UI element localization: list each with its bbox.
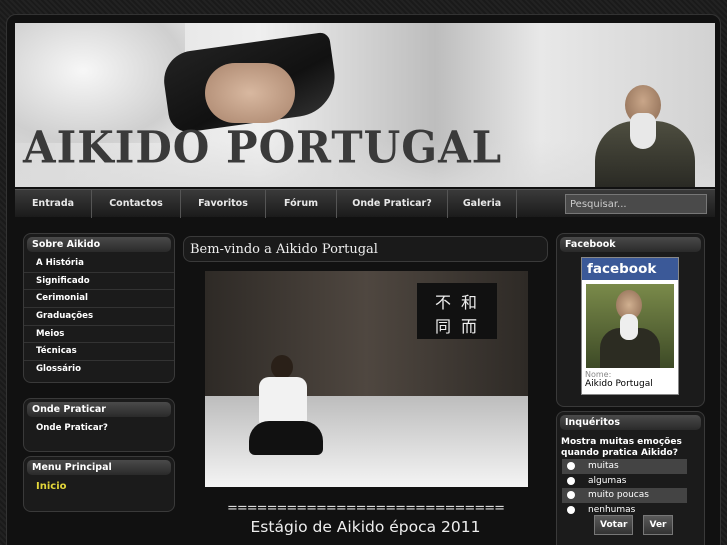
page-wrapper: AIKIDO PORTUGAL Entrada Contactos Favori… — [6, 14, 721, 545]
name-label: Nome: — [585, 370, 612, 379]
radio-button[interactable] — [567, 476, 575, 485]
menu-item-meios[interactable]: Meios — [24, 326, 174, 344]
menu-item-graduacoes[interactable]: Graduações — [24, 308, 174, 326]
menu-item-historia[interactable]: A História — [24, 255, 174, 273]
radio-button[interactable] — [567, 505, 575, 514]
radio-button[interactable] — [567, 491, 575, 499]
profile-picture — [586, 284, 674, 368]
menu-item-onde-praticar[interactable]: Onde Praticar? — [24, 420, 174, 438]
radio-button[interactable] — [567, 462, 575, 470]
profile-name: Aikido Portugal — [585, 379, 653, 389]
panel-title: Sobre Aikido — [27, 237, 171, 252]
sobre-aikido-panel: Sobre Aikido A História Significado Ceri… — [23, 233, 175, 383]
nav-galeria[interactable]: Galeria — [448, 189, 517, 218]
nav-contactos[interactable]: Contactos — [92, 189, 181, 218]
panel-title: Inquéritos — [560, 415, 701, 430]
menu-item-significado[interactable]: Significado — [24, 273, 174, 291]
nav-onde-praticar[interactable]: Onde Praticar? — [337, 189, 448, 218]
kneeling-aikidoka — [249, 355, 323, 455]
menu-item-glossario[interactable]: Glossário — [24, 361, 174, 379]
nav-entrada[interactable]: Entrada — [15, 189, 92, 218]
event-title[interactable]: Estágio de Aikido época 2011 — [183, 518, 548, 536]
site-title: AIKIDO PORTUGAL — [23, 121, 503, 174]
poll-option[interactable]: algumas — [562, 474, 687, 489]
menu-principal-panel: Menu Principal Inicio — [23, 456, 175, 512]
panel-title: Onde Praticar — [27, 402, 171, 417]
separator-line: ============================ — [227, 501, 505, 516]
onde-praticar-panel: Onde Praticar Onde Praticar? — [23, 398, 175, 452]
facebook-panel: Facebook facebook Nome: Aikido Portugal — [556, 233, 705, 407]
poll-option[interactable]: muitas — [562, 459, 687, 474]
facebook-profile-card[interactable]: facebook Nome: Aikido Portugal — [581, 257, 679, 395]
dojo-photo: 和 而 不 同 — [205, 271, 528, 487]
vote-button[interactable]: Votar — [594, 515, 634, 535]
welcome-heading: Bem-vindo a Aikido Portugal — [183, 236, 548, 262]
main-navigation: Entrada Contactos Favoritos Fórum Onde P… — [15, 189, 715, 218]
sobre-aikido-menu: A História Significado Cerimonial Gradua… — [24, 255, 174, 379]
panel-title: Facebook — [560, 237, 701, 252]
founder-portrait — [590, 79, 700, 187]
menu-item-inicio[interactable]: Inicio — [24, 478, 174, 496]
poll-panel: Inquéritos Mostra muitas emoções quando … — [556, 411, 705, 545]
view-results-button[interactable]: Ver — [643, 515, 673, 535]
nav-forum[interactable]: Fórum — [266, 189, 337, 218]
search-input[interactable] — [565, 194, 707, 214]
calligraphy-scroll: 和 而 不 同 — [417, 283, 497, 339]
menu-item-cerimonial[interactable]: Cerimonial — [24, 290, 174, 309]
poll-option[interactable]: muito poucas — [562, 488, 687, 503]
menu-item-tecnicas[interactable]: Técnicas — [24, 343, 174, 362]
poll-question: Mostra muitas emoções quando pratica Aik… — [561, 437, 682, 458]
header-banner: AIKIDO PORTUGAL — [15, 23, 715, 187]
main-content: Bem-vindo a Aikido Portugal 和 而 不 同 ====… — [183, 236, 548, 536]
facebook-logo: facebook — [582, 258, 678, 280]
panel-title: Menu Principal — [27, 460, 171, 475]
nav-favoritos[interactable]: Favoritos — [181, 189, 266, 218]
